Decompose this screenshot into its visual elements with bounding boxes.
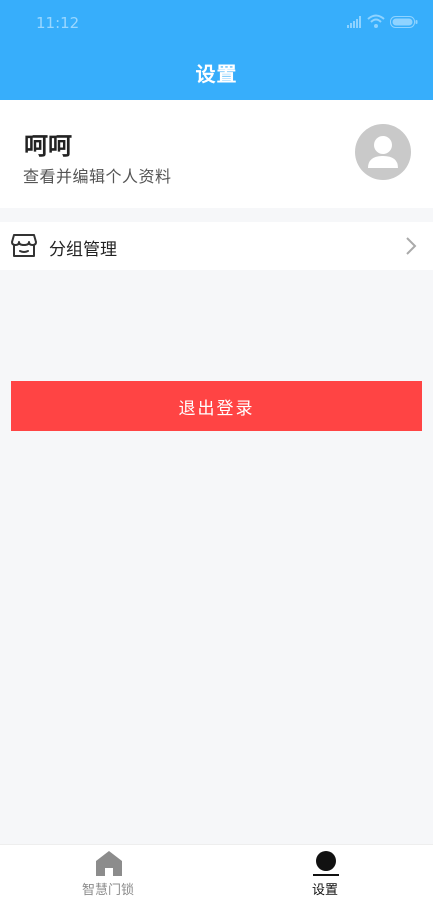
person-icon xyxy=(313,851,339,876)
profile-subtitle: 查看并编辑个人资料 xyxy=(23,167,172,186)
status-bar: 11:12 xyxy=(0,0,433,46)
user-avatar-icon[interactable] xyxy=(355,124,411,180)
tab-label: 设置 xyxy=(311,883,338,898)
wifi-icon xyxy=(367,14,385,28)
tab-smart-lock[interactable]: 智慧门锁 xyxy=(53,846,163,900)
page-title: 设置 xyxy=(195,61,238,86)
menu-item-label: 分组管理 xyxy=(49,240,117,260)
store-icon xyxy=(11,234,37,257)
battery-icon xyxy=(390,16,418,28)
header-bar: 设置 xyxy=(0,46,433,100)
status-time: 11:12 xyxy=(36,14,80,32)
signal-icon xyxy=(347,16,361,28)
logout-button[interactable]: 退出登录 xyxy=(11,381,422,431)
profile-name: 呵呵 xyxy=(24,132,72,160)
home-icon xyxy=(96,851,122,876)
tab-label: 智慧门锁 xyxy=(81,883,134,898)
tab-settings[interactable]: 设置 xyxy=(270,846,380,900)
chevron-right-icon xyxy=(406,237,417,255)
